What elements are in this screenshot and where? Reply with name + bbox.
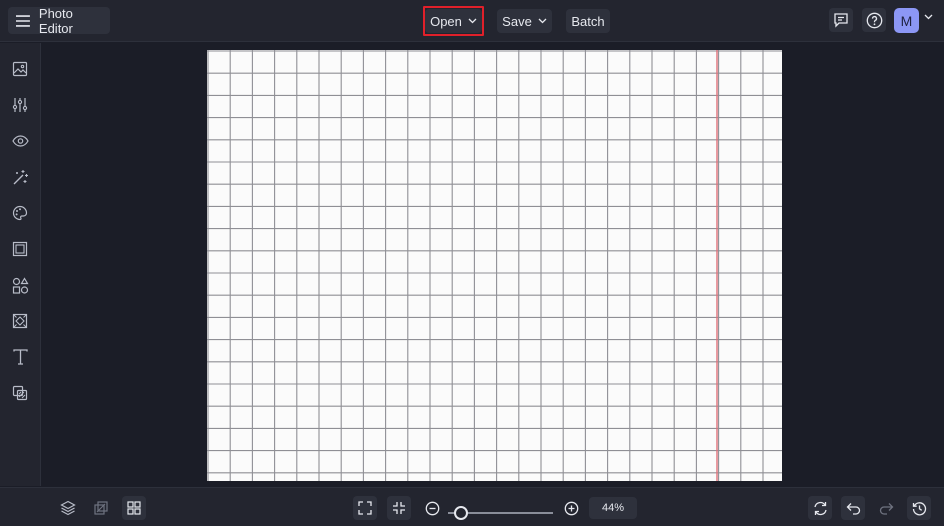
history-icon bbox=[912, 501, 926, 515]
bottom-bar: 44% bbox=[0, 487, 944, 526]
magic-sparkle-icon bbox=[13, 169, 28, 184]
comments-button[interactable] bbox=[829, 8, 853, 32]
chevron-down-icon bbox=[468, 18, 477, 24]
history-button[interactable] bbox=[907, 496, 931, 520]
avatar[interactable]: M bbox=[894, 8, 919, 33]
help-icon bbox=[866, 12, 882, 28]
comment-icon bbox=[834, 13, 848, 28]
grid-view-button[interactable] bbox=[122, 496, 146, 520]
refresh-icon bbox=[813, 501, 827, 515]
undo-button[interactable] bbox=[841, 496, 865, 520]
frame-icon bbox=[12, 241, 28, 257]
texture-icon bbox=[12, 313, 28, 329]
save-button[interactable]: Save bbox=[497, 9, 552, 33]
chevron-down-icon bbox=[538, 18, 547, 24]
help-button[interactable] bbox=[862, 8, 886, 32]
zoom-out-icon bbox=[425, 501, 439, 515]
sidebar-item-frames[interactable] bbox=[8, 237, 32, 261]
sidebar-item-touch-up[interactable] bbox=[8, 165, 32, 189]
save-label: Save bbox=[502, 13, 532, 29]
menu-button[interactable]: Photo Editor bbox=[8, 5, 110, 36]
left-sidebar bbox=[0, 43, 41, 486]
sidebar-item-graphics[interactable] bbox=[8, 273, 32, 297]
avatar-letter: M bbox=[900, 12, 913, 29]
fit-to-screen-button[interactable] bbox=[353, 496, 377, 520]
zoom-slider-thumb[interactable] bbox=[454, 506, 469, 520]
top-bar: Photo Editor Open Save Batch M bbox=[0, 0, 944, 42]
zoom-in-button[interactable] bbox=[559, 496, 583, 520]
open-button[interactable]: Open bbox=[425, 9, 482, 33]
sidebar-item-image[interactable] bbox=[8, 57, 32, 81]
sidebar-item-artsy[interactable] bbox=[8, 201, 32, 225]
batch-label: Batch bbox=[571, 13, 605, 29]
account-chevron-down-icon[interactable] bbox=[924, 14, 933, 20]
graph-paper-image bbox=[207, 50, 782, 481]
zoom-out-button[interactable] bbox=[420, 496, 444, 520]
compare-icon bbox=[94, 501, 108, 515]
adjustments-icon bbox=[12, 98, 28, 112]
app-title: Photo Editor bbox=[38, 5, 73, 36]
compare-button[interactable] bbox=[89, 496, 113, 520]
open-label: Open bbox=[430, 13, 462, 29]
reset-button[interactable] bbox=[808, 496, 832, 520]
batch-button[interactable]: Batch bbox=[566, 9, 610, 33]
redo-icon bbox=[879, 502, 893, 515]
collapse-icon bbox=[393, 502, 405, 514]
palette-icon bbox=[12, 205, 28, 221]
sidebar-item-text[interactable] bbox=[8, 345, 32, 369]
overlay-icon bbox=[12, 385, 28, 401]
zoom-in-icon bbox=[564, 501, 578, 515]
sidebar-item-effects[interactable] bbox=[8, 129, 32, 153]
sidebar-item-overlays[interactable] bbox=[8, 381, 32, 405]
text-icon bbox=[12, 349, 28, 365]
sidebar-item-adjust[interactable] bbox=[8, 93, 32, 117]
expand-icon bbox=[358, 501, 372, 515]
layers-button[interactable] bbox=[56, 496, 80, 520]
grid-view-icon bbox=[127, 501, 141, 515]
eye-icon bbox=[11, 135, 29, 147]
sidebar-item-textures[interactable] bbox=[8, 309, 32, 333]
undo-icon bbox=[846, 502, 860, 515]
redo-button[interactable] bbox=[874, 496, 898, 520]
layers-icon bbox=[60, 500, 76, 516]
zoom-level-display[interactable]: 44% bbox=[589, 497, 637, 519]
hamburger-icon bbox=[16, 14, 30, 27]
zoom-level-text: 44% bbox=[601, 502, 625, 514]
shapes-icon bbox=[12, 276, 29, 294]
actual-size-button[interactable] bbox=[387, 496, 411, 520]
editor-canvas[interactable] bbox=[207, 50, 782, 481]
image-icon bbox=[12, 61, 28, 77]
